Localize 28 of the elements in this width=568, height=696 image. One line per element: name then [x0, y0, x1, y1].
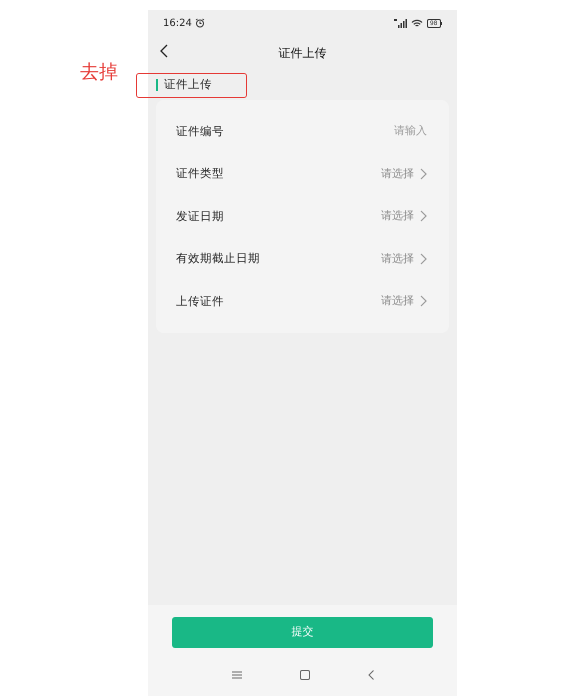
submit-button[interactable]: 提交: [172, 617, 433, 648]
section-accent-bar: [156, 79, 158, 91]
field-label: 证件类型: [176, 165, 224, 182]
select-value[interactable]: 请选择: [381, 293, 414, 310]
field-label: 发证日期: [176, 208, 224, 225]
field-label: 证件编号: [176, 122, 224, 140]
page-title: 证件上传: [278, 45, 326, 62]
field-label: 有效期截止日期: [176, 250, 260, 268]
back-icon[interactable]: [368, 670, 374, 680]
chevron-right-icon: [420, 168, 427, 180]
field-label: 上传证件: [176, 292, 224, 310]
chevron-right-icon: [420, 210, 427, 222]
menu-icon[interactable]: [232, 671, 242, 679]
chevron-right-icon: [420, 295, 427, 308]
chevron-right-icon: [420, 252, 427, 265]
select-value[interactable]: 请选择: [381, 166, 414, 182]
signal-icon: [394, 18, 407, 28]
section-title: 证件上传: [164, 76, 212, 94]
back-button[interactable]: [160, 44, 168, 58]
alarm-clock-icon: [194, 18, 205, 28]
select-value[interactable]: 请选择: [381, 250, 414, 267]
back-icon: [160, 44, 168, 58]
select-value[interactable]: 请选择: [381, 208, 414, 224]
status-time: 16:24: [163, 16, 192, 30]
annotation-text: 去掉: [80, 60, 118, 85]
wifi-icon: [410, 18, 423, 28]
input-field[interactable]: 请输入: [307, 123, 427, 140]
home-icon[interactable]: [300, 670, 310, 680]
